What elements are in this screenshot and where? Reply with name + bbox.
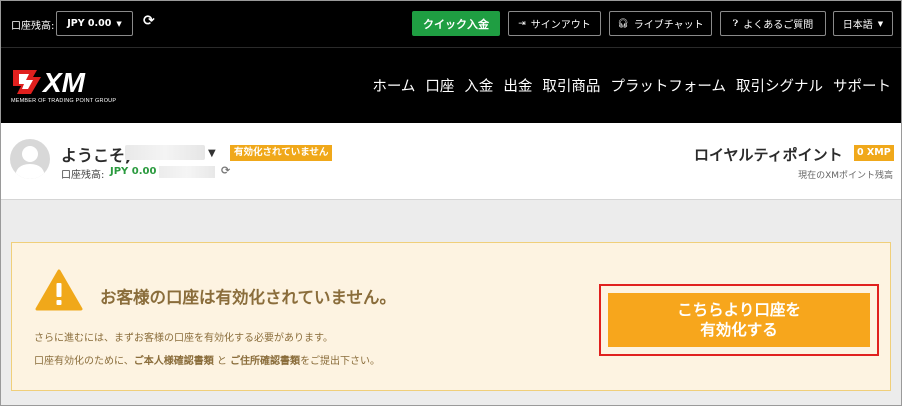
faq-label: よくあるご質問 — [743, 20, 814, 31]
refresh-icon[interactable]: ⟳ — [143, 13, 155, 29]
loyalty-points-subtitle: 現在のXMポイント残高 — [798, 171, 893, 181]
nav-menu: ホーム 口座 入金 出金 取引商品 プラットフォーム 取引シグナル サポート — [372, 75, 891, 96]
user-balance-value: JPY 0.00 — [110, 166, 157, 177]
live-chat-label: ライブチャット — [633, 20, 704, 31]
nav-item-withdraw[interactable]: 出金 — [503, 75, 532, 96]
highlight-frame: こちらより口座を 有効化する — [599, 284, 879, 356]
balance-label: 口座残高: — [11, 21, 55, 32]
loyalty-points-title: ロイヤルティポイント — [694, 146, 843, 164]
nav-item-signals[interactable]: 取引シグナル — [736, 75, 823, 96]
nav-item-support[interactable]: サポート — [833, 75, 891, 96]
headset-icon: 🎧︎ — [617, 18, 629, 29]
language-label: 日本語 — [842, 20, 873, 31]
xm-logo[interactable]: XM MEMBER OF TRADING POINT GROUP — [11, 66, 131, 106]
nav-item-platforms[interactable]: プラットフォーム — [610, 75, 726, 96]
sign-out-label: サインアウト — [530, 20, 591, 31]
sign-out-button[interactable]: ⇥ サインアウト — [508, 11, 601, 36]
identity-document-link[interactable]: ご本人様確認書類 — [134, 356, 214, 367]
user-menu-chevron-icon[interactable]: ▼ — [208, 148, 216, 159]
activate-button-line1: こちらより口座を — [677, 301, 801, 319]
nav-item-home[interactable]: ホーム — [372, 75, 415, 96]
language-dropdown[interactable]: 日本語 ▼ — [833, 11, 893, 36]
user-panel: ようこそ, ▼ 有効化されていません 口座残高: JPY 0.00 ⟳ ロイヤル… — [1, 123, 901, 200]
nav-item-deposit[interactable]: 入金 — [464, 75, 493, 96]
welcome-text: ようこそ, — [61, 146, 132, 165]
xm-logo-icon: XM — [13, 67, 86, 96]
activate-button-line2: 有効化する — [700, 321, 778, 339]
logo-tagline: MEMBER OF TRADING POINT GROUP — [11, 98, 117, 104]
alert-documents-prefix: 口座有効化のために、 — [34, 356, 134, 367]
alert-documents-line: 口座有効化のために、ご本人様確認書類 と ご住所確認書類をご提出下さい。 — [34, 352, 380, 367]
quick-deposit-button[interactable]: クイック入金 — [412, 11, 500, 36]
redacted-account-number — [159, 166, 215, 178]
live-chat-button[interactable]: 🎧︎ ライブチャット — [609, 11, 712, 36]
chevron-down-icon: ▼ — [116, 19, 122, 28]
avatar — [10, 139, 50, 179]
faq-button[interactable]: ❓︎ よくあるご質問 — [720, 11, 826, 36]
main-nav: XM MEMBER OF TRADING POINT GROUP ホーム 口座 … — [1, 47, 901, 123]
sign-out-icon: ⇥ — [518, 18, 526, 29]
status-badge: 有効化されていません — [230, 145, 333, 161]
address-document-link[interactable]: ご住所確認書類 — [230, 356, 300, 367]
account-not-activated-alert: お客様の口座は有効化されていません。 さらに進むには、まずお客様の口座を有効化す… — [11, 242, 891, 391]
xmp-badge: 0 XMP — [854, 145, 894, 161]
top-bar: 口座残高: JPY 0.00 ▼ ⟳ クイック入金 ⇥ サインアウト 🎧︎ ライ… — [1, 1, 901, 47]
balance-dropdown[interactable]: JPY 0.00 ▼ — [56, 11, 133, 36]
user-balance-label: 口座残高: — [61, 170, 105, 181]
warning-icon — [35, 269, 83, 311]
refresh-balance-icon[interactable]: ⟳ — [221, 164, 230, 177]
alert-title: お客様の口座は有効化されていません。 — [100, 288, 397, 307]
alert-documents-suffix: をご提出下さい。 — [300, 356, 381, 367]
activate-account-button[interactable]: こちらより口座を 有効化する — [608, 293, 870, 347]
alert-instruction: さらに進むには、まずお客様の口座を有効化する必要があります。 — [34, 333, 333, 344]
chevron-down-icon: ▼ — [877, 19, 884, 28]
question-icon: ❓︎ — [732, 18, 739, 29]
user-icon — [15, 146, 45, 179]
balance-value: JPY 0.00 — [67, 18, 112, 29]
nav-item-instruments[interactable]: 取引商品 — [542, 75, 600, 96]
quick-deposit-label: クイック入金 — [423, 17, 489, 31]
svg-text:XM: XM — [41, 67, 86, 96]
redacted-username — [125, 145, 205, 160]
nav-item-account[interactable]: 口座 — [425, 75, 454, 96]
alert-documents-and: と — [213, 356, 231, 367]
